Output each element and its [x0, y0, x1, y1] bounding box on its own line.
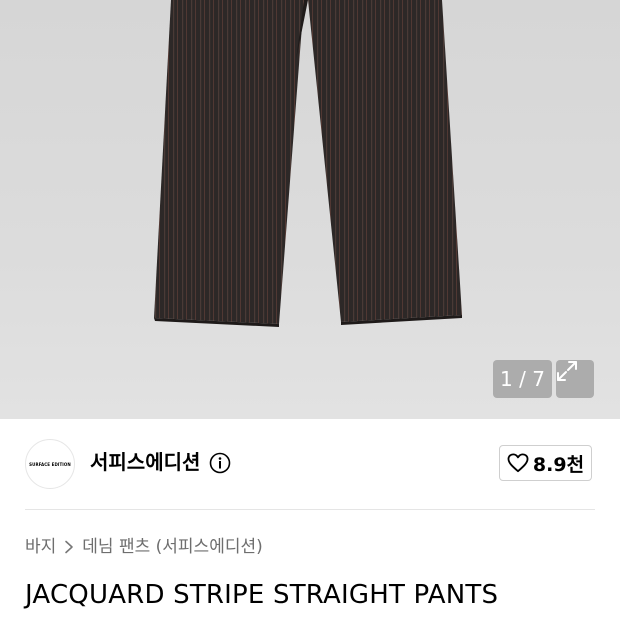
- breadcrumb: 바지 데님 팬츠 (서피스에디션): [25, 535, 263, 559]
- breadcrumb-item-subcategory[interactable]: 데님 팬츠 (서피스에디션): [82, 535, 262, 559]
- brand-logo[interactable]: SURFACE EDITION: [25, 439, 75, 489]
- like-count: 8.9천: [532, 453, 585, 476]
- like-button[interactable]: 8.9천: [499, 445, 592, 481]
- chevron-right-icon: [65, 540, 74, 554]
- brand-row: SURFACE EDITION 서피스에디션 8.9천: [0, 419, 620, 509]
- product-image: [154, 0, 462, 327]
- heart-outline-icon: [507, 453, 529, 473]
- expand-button[interactable]: [556, 360, 594, 398]
- product-image-gallery[interactable]: 1 / 7: [0, 0, 620, 419]
- brand-logo-text: SURFACE EDITION: [29, 461, 71, 467]
- product-title: JACQUARD STRIPE STRAIGHT PANTS: [25, 580, 499, 610]
- section-divider: [25, 509, 595, 510]
- expand-arrows-icon: [557, 361, 577, 381]
- image-counter: 1 / 7: [493, 360, 552, 398]
- breadcrumb-item-category[interactable]: 바지: [25, 535, 56, 559]
- info-icon[interactable]: [209, 452, 231, 474]
- brand-name[interactable]: 서피스에디션: [90, 449, 200, 475]
